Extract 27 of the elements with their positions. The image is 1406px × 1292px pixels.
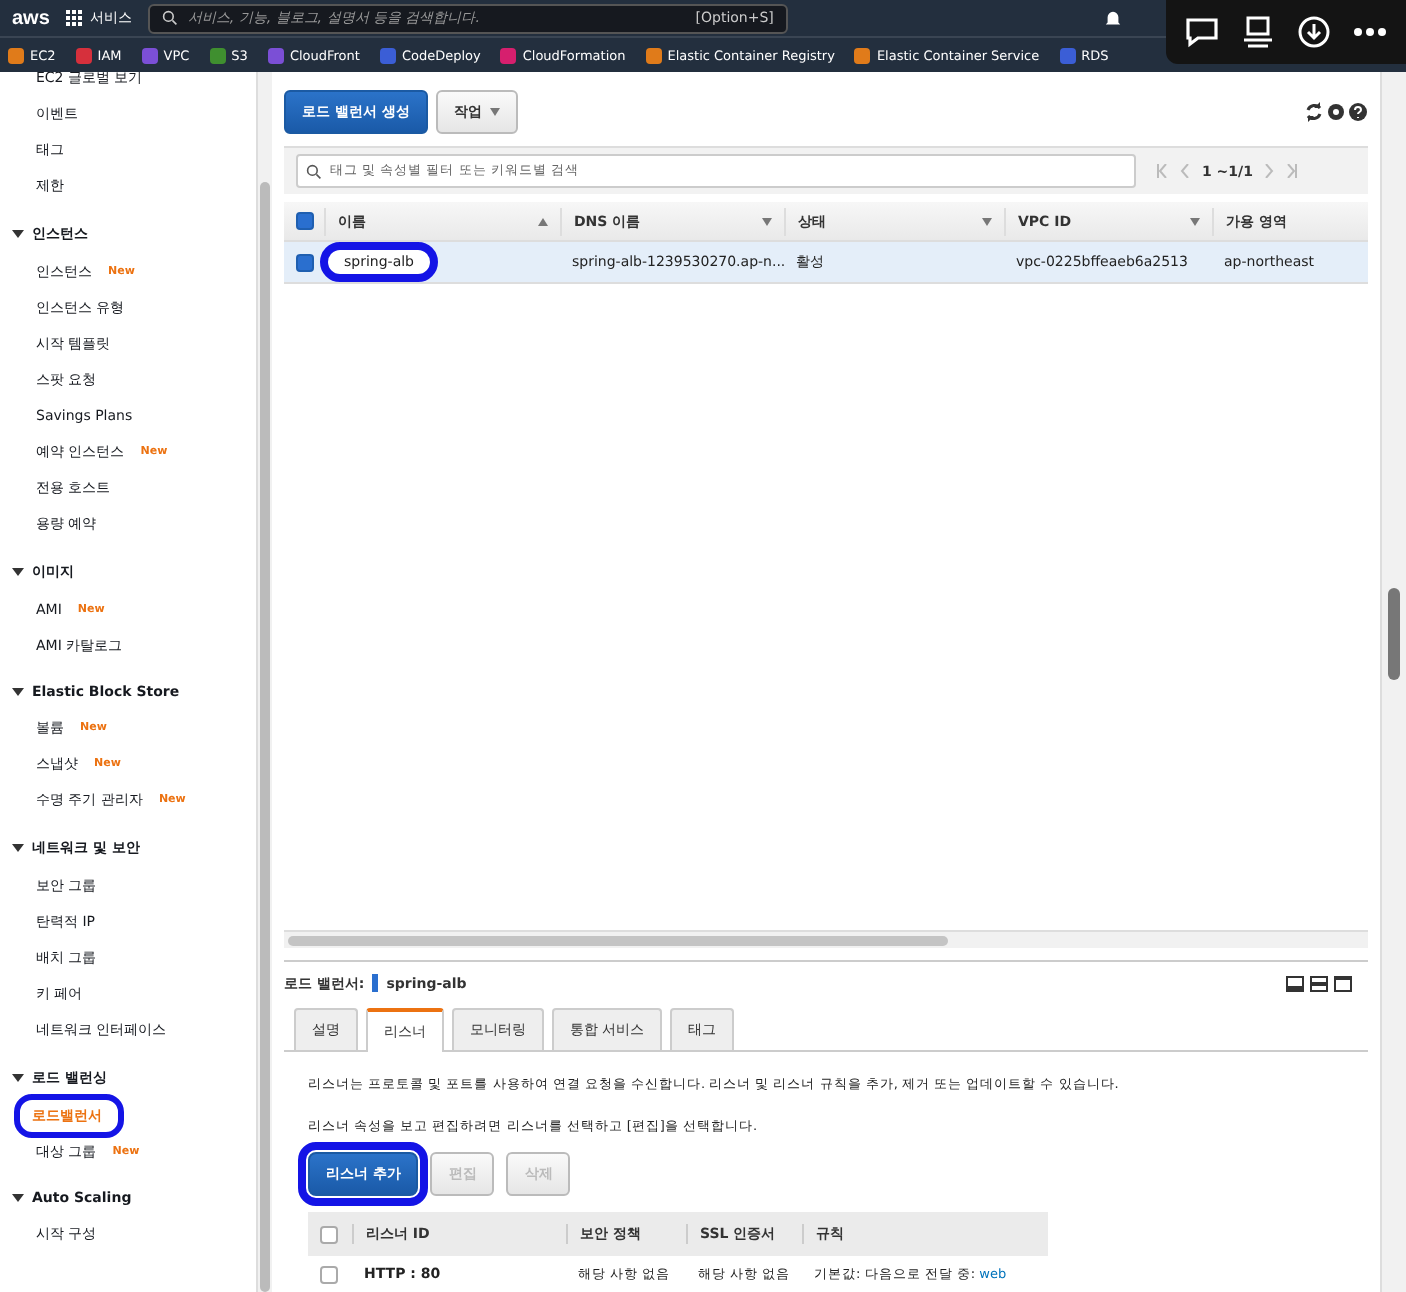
expand-icon [12,686,24,698]
sort-up-icon[interactable] [538,217,548,225]
expand-icon [12,566,24,578]
pane-layout-icon[interactable] [1310,975,1328,991]
bell-icon[interactable] [1104,9,1122,27]
expand-icon [12,228,24,240]
sort-down-icon[interactable] [762,217,772,225]
refresh-icon[interactable] [1304,102,1324,122]
row-checkbox[interactable] [320,1265,338,1283]
accent-bar [372,974,379,992]
pane-layout-icon[interactable] [1286,975,1304,991]
select-all-checkbox[interactable] [320,1225,338,1243]
aws-logo[interactable]: aws [12,7,50,29]
caret-icon [489,108,500,116]
expand-icon [12,842,24,854]
help-icon[interactable] [1348,102,1368,122]
grid-icon [65,10,82,26]
expand-icon [12,1072,24,1084]
settings-icon[interactable] [1326,102,1346,122]
sort-down-icon[interactable] [982,217,992,225]
select-all-checkbox[interactable] [296,212,314,230]
search-icon [306,163,322,179]
row-checkbox[interactable] [296,253,314,271]
search-icon [161,10,178,26]
expand-icon [12,1192,24,1204]
sort-down-icon[interactable] [1190,217,1200,225]
pane-layout-icon[interactable] [1334,975,1352,991]
